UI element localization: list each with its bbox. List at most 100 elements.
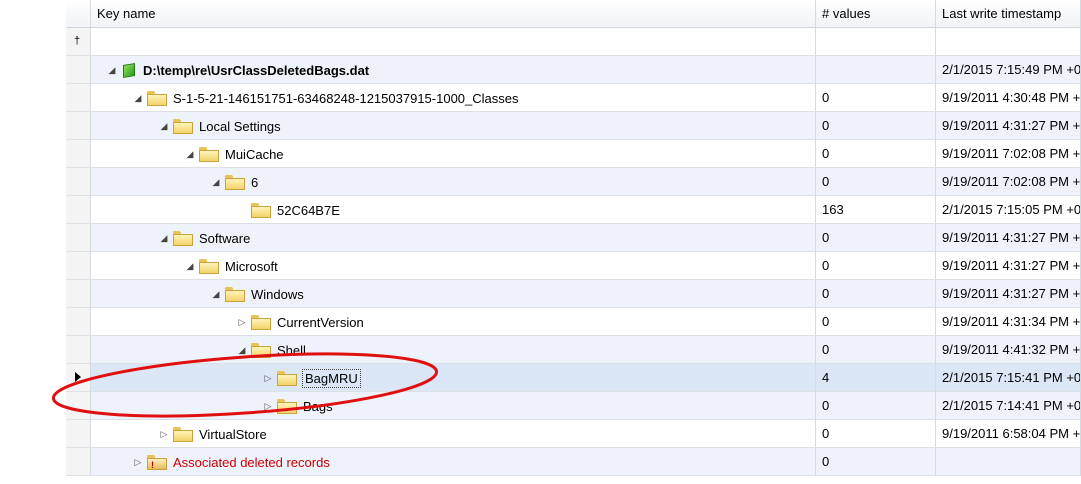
timestamp-cell[interactable]: 2/1/2015 7:15:49 PM +0...: [936, 56, 1081, 84]
key-name-cell[interactable]: ◢ Software: [91, 224, 816, 252]
values-count-cell[interactable]: 163: [816, 196, 936, 224]
key-name-cell[interactable]: ◢ Windows: [91, 280, 816, 308]
tree-node[interactable]: ▷ Bags: [261, 392, 333, 419]
values-count-cell[interactable]: 0: [816, 336, 936, 364]
filter-row[interactable]: †: [66, 28, 1081, 56]
tree-row[interactable]: ◢ Windows 0 9/19/2011 4:31:27 PM +...: [66, 280, 1081, 308]
tree-row[interactable]: ▷ CurrentVersion 0 9/19/2011 4:31:34 PM +..…: [66, 308, 1081, 336]
expand-triangle-icon[interactable]: ▷: [261, 373, 275, 384]
collapse-triangle-icon[interactable]: ◢: [183, 149, 197, 160]
tree-row[interactable]: ◢ MuiCache 0 9/19/2011 7:02:08 PM +...: [66, 140, 1081, 168]
tree-row[interactable]: ◢ Software 0 9/19/2011 4:31:27 PM +...: [66, 224, 1081, 252]
row-indicator-cell[interactable]: [66, 196, 91, 224]
key-name-cell[interactable]: ◢ Local Settings: [91, 112, 816, 140]
values-count-cell[interactable]: 0: [816, 420, 936, 448]
row-indicator-cell[interactable]: [66, 224, 91, 252]
expand-triangle-icon[interactable]: ▷: [131, 457, 145, 468]
collapse-triangle-icon[interactable]: ◢: [105, 65, 119, 76]
tree-row[interactable]: ◢ S-1-5-21-146151751-63468248-1215037915-…: [66, 84, 1081, 112]
key-name-cell[interactable]: ◢ S-1-5-21-146151751-63468248-1215037915-…: [91, 84, 816, 112]
values-count-cell[interactable]: 0: [816, 252, 936, 280]
timestamp-cell[interactable]: 9/19/2011 4:30:48 PM +...: [936, 84, 1081, 112]
tree-node[interactable]: ▷ BagMRU: [261, 364, 361, 391]
values-count-cell[interactable]: 0: [816, 84, 936, 112]
collapse-triangle-icon[interactable]: ◢: [157, 233, 171, 244]
filter-cell-key-name[interactable]: [91, 28, 816, 56]
timestamp-cell[interactable]: 9/19/2011 4:41:32 PM +...: [936, 336, 1081, 364]
timestamp-cell[interactable]: 2/1/2015 7:14:41 PM +0...: [936, 392, 1081, 420]
tree-node[interactable]: 52C64B7E: [235, 196, 340, 223]
row-indicator-cell[interactable]: [66, 420, 91, 448]
key-name-cell[interactable]: ▷ VirtualStore: [91, 420, 816, 448]
values-count-cell[interactable]: 4: [816, 364, 936, 392]
filter-cell-values[interactable]: [816, 28, 936, 56]
expand-triangle-icon[interactable]: ▷: [157, 429, 171, 440]
collapse-triangle-icon[interactable]: ◢: [209, 177, 223, 188]
tree-row[interactable]: ◢ Local Settings 0 9/19/2011 4:31:27 PM +..…: [66, 112, 1081, 140]
column-header-values[interactable]: # values: [816, 0, 936, 28]
tree-node[interactable]: ◢ D:\temp\re\UsrClassDeletedBags.dat: [105, 56, 369, 83]
key-name-cell[interactable]: ▷ Bags: [91, 392, 816, 420]
tree-row[interactable]: ▷ BagMRU 4 2/1/2015 7:15:41 PM +0...: [66, 364, 1081, 392]
timestamp-cell[interactable]: 9/19/2011 7:02:08 PM +...: [936, 168, 1081, 196]
row-indicator-cell[interactable]: [66, 252, 91, 280]
collapse-triangle-icon[interactable]: ◢: [235, 345, 249, 356]
tree-row[interactable]: ◢ Microsoft 0 9/19/2011 4:31:27 PM +...: [66, 252, 1081, 280]
key-name-cell[interactable]: ◢ Microsoft: [91, 252, 816, 280]
collapse-triangle-icon[interactable]: ◢: [209, 289, 223, 300]
tree-node[interactable]: ◢ S-1-5-21-146151751-63468248-1215037915-…: [131, 84, 519, 111]
row-indicator-cell[interactable]: [66, 56, 91, 84]
timestamp-cell[interactable]: 9/19/2011 4:31:27 PM +...: [936, 252, 1081, 280]
tree-row[interactable]: ◢ 6 0 9/19/2011 7:02:08 PM +...: [66, 168, 1081, 196]
row-indicator-cell[interactable]: [66, 280, 91, 308]
tree-node[interactable]: ◢ MuiCache: [183, 140, 284, 167]
expand-triangle-icon[interactable]: ▷: [261, 401, 275, 412]
tree-node[interactable]: ▷ CurrentVersion: [235, 308, 364, 335]
tree-node[interactable]: ◢ Software: [157, 224, 250, 251]
tree-node[interactable]: ▷ VirtualStore: [157, 420, 267, 447]
tree-row[interactable]: ◢ Shell 0 9/19/2011 4:41:32 PM +...: [66, 336, 1081, 364]
row-indicator-cell[interactable]: [66, 448, 91, 476]
column-header-key-name[interactable]: Key name: [91, 0, 816, 28]
tree-node[interactable]: ◢ Windows: [209, 280, 304, 307]
row-indicator-cell[interactable]: [66, 364, 91, 392]
tree-row[interactable]: 52C64B7E 163 2/1/2015 7:15:05 PM +0...: [66, 196, 1081, 224]
values-count-cell[interactable]: [816, 56, 936, 84]
key-name-cell[interactable]: 52C64B7E: [91, 196, 816, 224]
row-indicator-cell[interactable]: [66, 140, 91, 168]
timestamp-cell[interactable]: 9/19/2011 4:31:27 PM +...: [936, 112, 1081, 140]
key-name-cell[interactable]: ▷ BagMRU: [91, 364, 816, 392]
values-count-cell[interactable]: 0: [816, 168, 936, 196]
values-count-cell[interactable]: 0: [816, 280, 936, 308]
tree-row[interactable]: ▷ VirtualStore 0 9/19/2011 6:58:04 PM +...: [66, 420, 1081, 448]
collapse-triangle-icon[interactable]: ◢: [157, 121, 171, 132]
tree-node[interactable]: ◢ Microsoft: [183, 252, 278, 279]
values-count-cell[interactable]: 0: [816, 224, 936, 252]
row-indicator-cell[interactable]: [66, 336, 91, 364]
values-count-cell[interactable]: 0: [816, 308, 936, 336]
collapse-triangle-icon[interactable]: ◢: [183, 261, 197, 272]
row-indicator-cell[interactable]: [66, 392, 91, 420]
timestamp-cell[interactable]: 9/19/2011 4:31:34 PM +...: [936, 308, 1081, 336]
timestamp-cell[interactable]: 2/1/2015 7:15:41 PM +0...: [936, 364, 1081, 392]
tree-row[interactable]: ◢ D:\temp\re\UsrClassDeletedBags.dat 2/1/2…: [66, 56, 1081, 84]
timestamp-cell[interactable]: 2/1/2015 7:15:05 PM +0...: [936, 196, 1081, 224]
values-count-cell[interactable]: 0: [816, 112, 936, 140]
tree-node[interactable]: ◢ 6: [209, 168, 258, 195]
key-name-cell[interactable]: ◢ D:\temp\re\UsrClassDeletedBags.dat: [91, 56, 816, 84]
tree-node[interactable]: ◢ Shell: [235, 336, 306, 363]
timestamp-cell[interactable]: 9/19/2011 6:58:04 PM +...: [936, 420, 1081, 448]
timestamp-cell[interactable]: 9/19/2011 4:31:27 PM +...: [936, 224, 1081, 252]
row-indicator-cell[interactable]: [66, 84, 91, 112]
filter-cell-timestamp[interactable]: [936, 28, 1081, 56]
tree-row[interactable]: ▷! Associated deleted records 0: [66, 448, 1081, 476]
values-count-cell[interactable]: 0: [816, 448, 936, 476]
row-indicator-cell[interactable]: [66, 112, 91, 140]
values-count-cell[interactable]: 0: [816, 392, 936, 420]
timestamp-cell[interactable]: 9/19/2011 7:02:08 PM +...: [936, 140, 1081, 168]
expand-triangle-icon[interactable]: ▷: [235, 317, 249, 328]
key-name-cell[interactable]: ◢ Shell: [91, 336, 816, 364]
tree-node[interactable]: ▷! Associated deleted records: [131, 448, 330, 475]
key-name-cell[interactable]: ◢ 6: [91, 168, 816, 196]
key-name-cell[interactable]: ▷! Associated deleted records: [91, 448, 816, 476]
